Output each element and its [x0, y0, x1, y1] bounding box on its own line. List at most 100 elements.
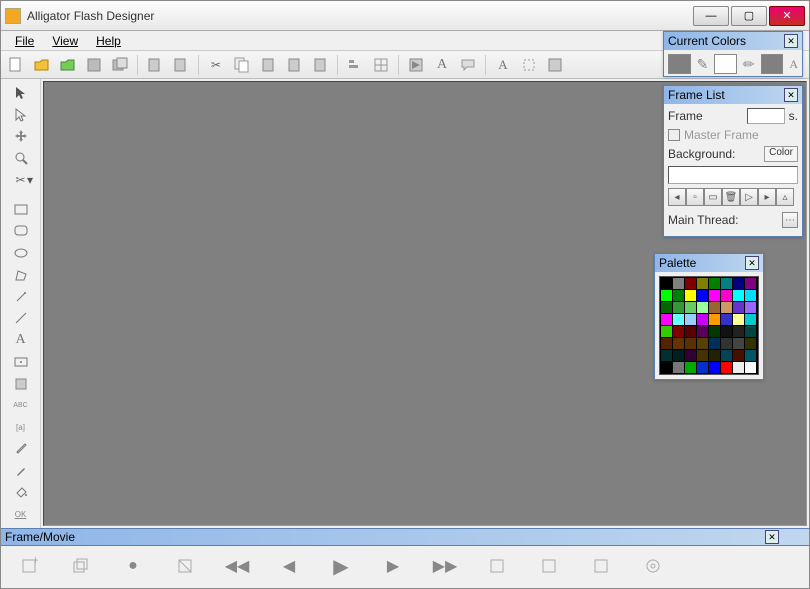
palette-color[interactable]	[697, 278, 708, 289]
palette-color[interactable]	[661, 362, 672, 373]
cut-frame-button[interactable]	[173, 554, 197, 578]
line-color-swatch[interactable]	[714, 54, 737, 74]
palette-color[interactable]	[733, 338, 744, 349]
play-button[interactable]: ▶	[329, 554, 353, 578]
minimize-button[interactable]: —	[693, 6, 729, 26]
palette-color[interactable]	[673, 362, 684, 373]
palette-color[interactable]	[661, 302, 672, 313]
zoom-tool[interactable]	[10, 148, 32, 168]
open-project-button[interactable]	[57, 54, 79, 76]
palette-color[interactable]	[733, 362, 744, 373]
ok-tool[interactable]: OK	[10, 504, 32, 524]
dropdown-icon[interactable]: ▾	[27, 173, 35, 187]
palette-color[interactable]	[673, 314, 684, 325]
palette-color[interactable]	[733, 302, 744, 313]
copy-button[interactable]	[231, 54, 253, 76]
loop-button[interactable]	[485, 554, 509, 578]
abc-tool[interactable]: ABC	[10, 395, 32, 415]
frame-first-button[interactable]: ◂	[668, 188, 686, 206]
palette-color[interactable]	[709, 362, 720, 373]
thread-options-button[interactable]: ⋯	[782, 212, 798, 228]
align-button[interactable]	[344, 54, 366, 76]
palette-color[interactable]	[661, 338, 672, 349]
palette-color[interactable]	[685, 290, 696, 301]
palette-color[interactable]	[685, 278, 696, 289]
rename-tool[interactable]: [a]	[10, 417, 32, 437]
palette-color[interactable]	[685, 314, 696, 325]
close-icon[interactable]: ✕	[745, 256, 759, 270]
palette-color[interactable]	[721, 362, 732, 373]
prev-frame-button[interactable]: ◀	[277, 554, 301, 578]
frame-duration-input[interactable]	[747, 108, 785, 124]
palette-color[interactable]	[733, 350, 744, 361]
select-button[interactable]	[518, 54, 540, 76]
polygon-tool[interactable]	[10, 265, 32, 285]
palette-color[interactable]	[697, 290, 708, 301]
undo-button[interactable]	[309, 54, 331, 76]
palette-color[interactable]	[673, 326, 684, 337]
move-tool[interactable]	[10, 127, 32, 147]
last-frame-button[interactable]: ▶▶	[433, 554, 457, 578]
record-button[interactable]: ●	[121, 554, 145, 578]
palette-color[interactable]	[745, 278, 756, 289]
palette-color[interactable]	[673, 290, 684, 301]
textfx-button[interactable]: A	[492, 54, 514, 76]
add-layer-button[interactable]	[69, 554, 93, 578]
palette-color[interactable]	[733, 290, 744, 301]
open-button[interactable]	[31, 54, 53, 76]
palette-color[interactable]	[709, 302, 720, 313]
palette-header[interactable]: Palette ✕	[655, 254, 763, 272]
palette-color[interactable]	[709, 350, 720, 361]
pen-tool[interactable]	[10, 461, 32, 481]
grab-button[interactable]	[544, 54, 566, 76]
current-colors-header[interactable]: Current Colors ✕	[664, 32, 802, 50]
palette-color[interactable]	[721, 314, 732, 325]
palette-color[interactable]	[733, 314, 744, 325]
palette-color[interactable]	[697, 338, 708, 349]
palette-color[interactable]	[673, 338, 684, 349]
palette-color[interactable]	[709, 338, 720, 349]
paste-button[interactable]	[257, 54, 279, 76]
color-button[interactable]: Color	[764, 146, 798, 162]
add-frame-button[interactable]: +	[17, 554, 41, 578]
target-button[interactable]	[641, 554, 665, 578]
palette-color[interactable]	[709, 326, 720, 337]
palette-color[interactable]	[661, 278, 672, 289]
palette-color[interactable]	[745, 326, 756, 337]
palette-color[interactable]	[685, 302, 696, 313]
palette-color[interactable]	[709, 290, 720, 301]
saveas-button[interactable]	[109, 54, 131, 76]
text-button[interactable]: A	[431, 54, 453, 76]
text-color-swatch[interactable]	[761, 54, 784, 74]
close-icon[interactable]: ✕	[784, 34, 798, 48]
fill-color-swatch[interactable]	[668, 54, 691, 74]
palette-color[interactable]	[661, 314, 672, 325]
palette-color[interactable]	[733, 278, 744, 289]
palette-color[interactable]	[697, 326, 708, 337]
palette-color[interactable]	[709, 278, 720, 289]
direct-select-tool[interactable]	[10, 105, 32, 125]
palette-color[interactable]	[673, 350, 684, 361]
paste-special-button[interactable]	[283, 54, 305, 76]
frame-end-button[interactable]: ▵	[776, 188, 794, 206]
background-combo[interactable]	[668, 166, 798, 184]
new-button[interactable]	[5, 54, 27, 76]
paintbucket-tool[interactable]	[10, 482, 32, 502]
save-button[interactable]	[83, 54, 105, 76]
frame-play-button[interactable]: ▷	[740, 188, 758, 206]
palette-color[interactable]	[661, 326, 672, 337]
next-frame-button[interactable]: ▶	[381, 554, 405, 578]
palette-color[interactable]	[745, 338, 756, 349]
comment-button[interactable]	[457, 54, 479, 76]
palette-color[interactable]	[721, 290, 732, 301]
menu-file[interactable]: File	[7, 32, 42, 50]
button-tool[interactable]	[10, 352, 32, 372]
text-tool[interactable]: A	[10, 330, 32, 350]
close-icon[interactable]: ✕	[765, 530, 779, 544]
sprite-tool[interactable]	[10, 374, 32, 394]
palette-color[interactable]	[745, 314, 756, 325]
frame-last-button[interactable]: ▸	[758, 188, 776, 206]
menu-help[interactable]: Help	[88, 32, 129, 50]
cut-button[interactable]: ✂	[205, 54, 227, 76]
close-button[interactable]: ✕	[769, 6, 805, 26]
